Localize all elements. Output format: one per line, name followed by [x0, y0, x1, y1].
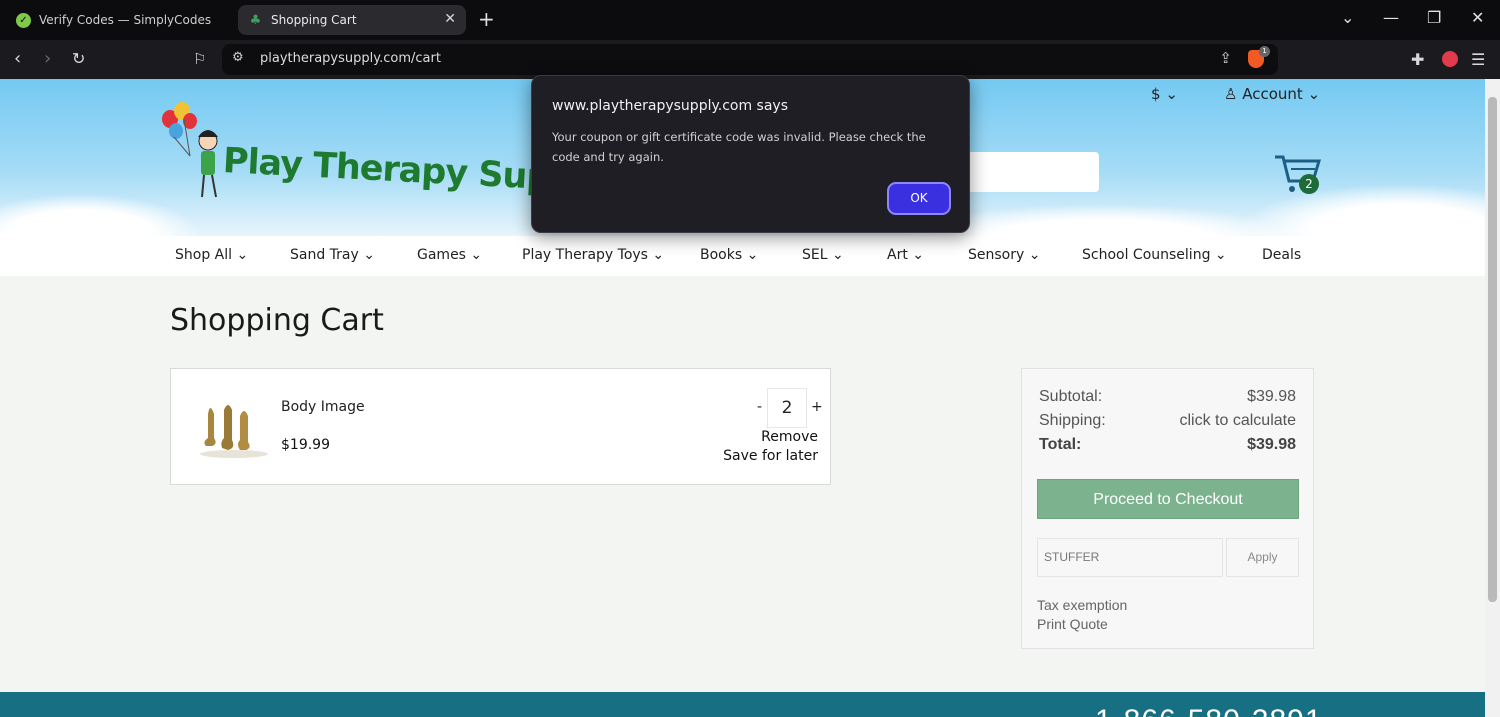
forward-icon[interactable]: › [44, 48, 51, 70]
apply-coupon-button[interactable]: Apply [1226, 538, 1299, 577]
simplycodes-favicon-icon: ✓ [16, 12, 31, 28]
nav-item-shop-all[interactable]: Shop All ⌄ [175, 247, 248, 263]
nav-item-sel[interactable]: SEL ⌄ [802, 247, 844, 263]
nav-item-books[interactable]: Books ⌄ [700, 247, 758, 263]
nav-item-play-therapy-toys[interactable]: Play Therapy Toys ⌄ [522, 247, 664, 263]
quantity-decrease-button[interactable]: - [757, 399, 762, 415]
site-favicon-icon: ♣ [249, 12, 262, 28]
address-bar[interactable]: ⚙ playtherapysupply.com/cart ⇪ 1 [222, 44, 1278, 75]
reload-icon[interactable]: ↻ [72, 48, 85, 70]
footer-phone[interactable]: 1-866-580-2891 [1095, 704, 1323, 717]
site-settings-icon[interactable]: ⚙ [232, 50, 244, 65]
new-tab-icon[interactable]: + [478, 7, 495, 31]
page-title: Shopping Cart [170, 303, 384, 338]
cart-item: Body Image $19.99 - 2 + Remove Save for … [170, 368, 831, 485]
dialog-ok-button[interactable]: OK [887, 182, 951, 215]
nav-item-sand-tray[interactable]: Sand Tray ⌄ [290, 247, 375, 263]
page-scrollbar[interactable] [1485, 79, 1500, 717]
dialog-title: www.playtherapysupply.com says [552, 98, 789, 114]
close-window-icon[interactable]: ✕ [1471, 8, 1484, 27]
browser-tab-bar: ✓ Verify Codes — SimplyCodes ♣ Shopping … [0, 0, 1500, 40]
subtotal-value: $39.98 [1247, 388, 1296, 405]
bookmark-icon[interactable]: ⚐ [193, 48, 206, 70]
menu-icon[interactable]: ☰ [1471, 50, 1485, 69]
nav-item-games[interactable]: Games ⌄ [417, 247, 482, 263]
restore-icon[interactable]: ❐ [1427, 8, 1441, 27]
close-tab-icon[interactable]: ✕ [444, 11, 456, 27]
browser-toolbar: ‹ › ↻ ⚐ ⚙ playtherapysupply.com/cart ⇪ 1… [0, 40, 1500, 79]
shipping-row: Shipping: click to calculate [1039, 412, 1296, 430]
dialog-message: Your coupon or gift certificate code was… [552, 130, 926, 164]
coupon-input[interactable]: STUFFER [1037, 538, 1223, 577]
tab-title: Shopping Cart [271, 13, 357, 27]
account-menu[interactable]: ♙ Account ⌄ [1224, 85, 1320, 103]
print-quote-link[interactable]: Print Quote [1037, 616, 1108, 632]
main-nav: Shop All ⌄ Sand Tray ⌄ Games ⌄ Play Ther… [0, 236, 1485, 276]
remove-link[interactable]: Remove [761, 429, 818, 445]
tax-exemption-link[interactable]: Tax exemption [1037, 597, 1127, 613]
product-thumbnail[interactable] [194, 394, 272, 460]
quantity-increase-button[interactable]: + [811, 399, 823, 415]
subtotal-label: Subtotal: [1039, 388, 1103, 405]
site-footer: 1-866-580-2891 [0, 692, 1485, 717]
minimize-icon[interactable]: — [1383, 8, 1399, 27]
extension-k-icon[interactable] [1442, 51, 1458, 67]
shipping-calculate-link[interactable]: click to calculate [1180, 412, 1297, 430]
chevron-down-icon: ⌄ [1165, 85, 1178, 103]
tab-shopping-cart[interactable]: ♣ Shopping Cart ✕ [238, 5, 466, 35]
total-row: Total: $39.98 [1039, 436, 1296, 454]
extensions-icon[interactable]: ✚ [1411, 50, 1424, 69]
product-price: $19.99 [281, 437, 330, 453]
subtotal-row: Subtotal: $39.98 [1039, 388, 1296, 406]
alert-dialog: www.playtherapysupply.com says Your coup… [531, 75, 970, 233]
nav-item-sensory[interactable]: Sensory ⌄ [968, 247, 1040, 263]
currency-label: $ [1151, 85, 1161, 103]
back-icon[interactable]: ‹ [14, 48, 21, 70]
tab-title: Verify Codes — SimplyCodes [39, 13, 212, 27]
account-label: Account [1242, 85, 1303, 103]
nav-item-school-counseling[interactable]: School Counseling ⌄ [1082, 247, 1227, 263]
save-for-later-link[interactable]: Save for later [723, 448, 818, 464]
quantity-input[interactable]: 2 [767, 388, 807, 428]
shipping-label: Shipping: [1039, 412, 1106, 429]
header-search-input[interactable] [958, 152, 1099, 192]
proceed-to-checkout-button[interactable]: Proceed to Checkout [1037, 479, 1299, 519]
shields-count-badge: 1 [1259, 46, 1270, 57]
chevron-down-icon: ⌄ [1307, 85, 1321, 103]
product-name[interactable]: Body Image [281, 399, 365, 415]
cart-count-badge: 2 [1299, 174, 1319, 194]
tab-verify-codes[interactable]: ✓ Verify Codes — SimplyCodes [6, 5, 228, 35]
scrollbar-thumb[interactable] [1488, 97, 1497, 602]
tab-list-chevron-icon[interactable]: ⌄ [1341, 8, 1354, 27]
nav-item-art[interactable]: Art ⌄ [887, 247, 924, 263]
order-summary: Subtotal: $39.98 Shipping: click to calc… [1021, 368, 1314, 649]
nav-item-deals[interactable]: Deals [1262, 247, 1301, 263]
currency-selector[interactable]: $ ⌄ [1151, 85, 1178, 103]
total-value: $39.98 [1247, 436, 1296, 453]
total-label: Total: [1039, 436, 1082, 453]
user-icon: ♙ [1224, 85, 1238, 103]
url-text[interactable]: playtherapysupply.com/cart [260, 51, 441, 66]
share-icon[interactable]: ⇪ [1219, 49, 1232, 67]
